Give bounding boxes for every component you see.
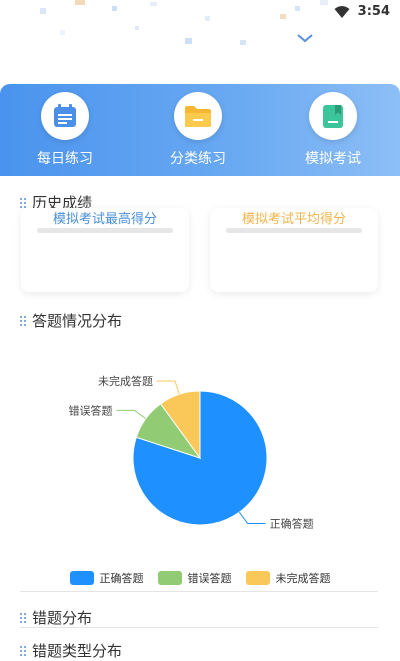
drag-dots-icon [20, 315, 26, 327]
pie-leader-line-1 [116, 409, 147, 420]
quick-actions-banner: 每日练习 分类练习 模拟考试 [0, 84, 400, 176]
mock-exam-button[interactable]: 模拟考试 [285, 92, 381, 168]
chart-legend: 正确答题 错误答题 未完成答题 [0, 570, 400, 586]
answer-distribution-pie-chart: 正确答题 错误答题 未完成答题 [68, 374, 314, 531]
category-practice-label: 分类练习 [170, 151, 226, 167]
category-practice-icon-circle [174, 92, 222, 140]
distribution-section-title: 答题情况分布 [20, 310, 122, 331]
category-practice-button[interactable]: 分类练习 [150, 92, 246, 168]
legend-label-unfinished: 未完成答题 [275, 572, 331, 585]
legend-label-wrong: 错误答题 [187, 572, 232, 585]
pie-label-1: 错误答题 [68, 403, 112, 417]
distribution-title-text: 答题情况分布 [32, 312, 123, 330]
legend-label-correct: 正确答题 [99, 572, 144, 585]
avg-score-card[interactable]: 模拟考试平均得分 [210, 208, 378, 292]
legend-item-unfinished[interactable]: 未完成答题 [245, 570, 331, 586]
calendar-icon [54, 104, 76, 127]
wrong-distribution-section-title[interactable]: 错题分布 [20, 607, 92, 628]
max-score-placeholder-bar [37, 228, 173, 233]
avg-score-placeholder-bar [226, 228, 362, 233]
book-icon [323, 105, 343, 128]
daily-practice-button[interactable]: 每日练习 [17, 92, 113, 168]
wrong-distribution-title-text: 错题分布 [32, 609, 93, 627]
mock-exam-label: 模拟考试 [305, 151, 361, 167]
pie-leader-line-2 [156, 380, 180, 395]
status-time: 3:54 [357, 4, 390, 19]
section-divider [20, 591, 378, 592]
legend-item-wrong[interactable]: 错误答题 [157, 570, 232, 586]
pie-label-0: 正确答题 [270, 517, 314, 531]
legend-swatch-wrong [157, 571, 182, 585]
legend-item-correct[interactable]: 正确答题 [69, 570, 144, 586]
drag-dots-icon [20, 197, 26, 209]
legend-swatch-correct [69, 571, 94, 585]
pie-label-2: 未完成答题 [98, 374, 153, 388]
mock-exam-icon-circle [309, 92, 357, 140]
wrong-type-distribution-title-text: 错题类型分布 [32, 642, 123, 660]
max-score-title: 模拟考试最高得分 [52, 212, 157, 227]
status-bar: 3:54 [0, 0, 400, 45]
wrong-type-distribution-section-title[interactable]: 错题类型分布 [20, 640, 122, 661]
pie-leader-line-0 [238, 511, 266, 525]
daily-practice-label: 每日练习 [37, 151, 93, 167]
wifi-icon [334, 6, 350, 18]
legend-swatch-unfinished [245, 571, 270, 585]
daily-practice-icon-circle [41, 92, 89, 140]
section-divider [20, 627, 378, 628]
avg-score-title: 模拟考试平均得分 [241, 212, 346, 227]
drag-dots-icon [20, 645, 26, 657]
max-score-card[interactable]: 模拟考试最高得分 [21, 208, 189, 292]
chevron-down-icon[interactable] [296, 32, 314, 44]
folder-icon [185, 106, 211, 127]
drag-dots-icon [20, 612, 26, 624]
